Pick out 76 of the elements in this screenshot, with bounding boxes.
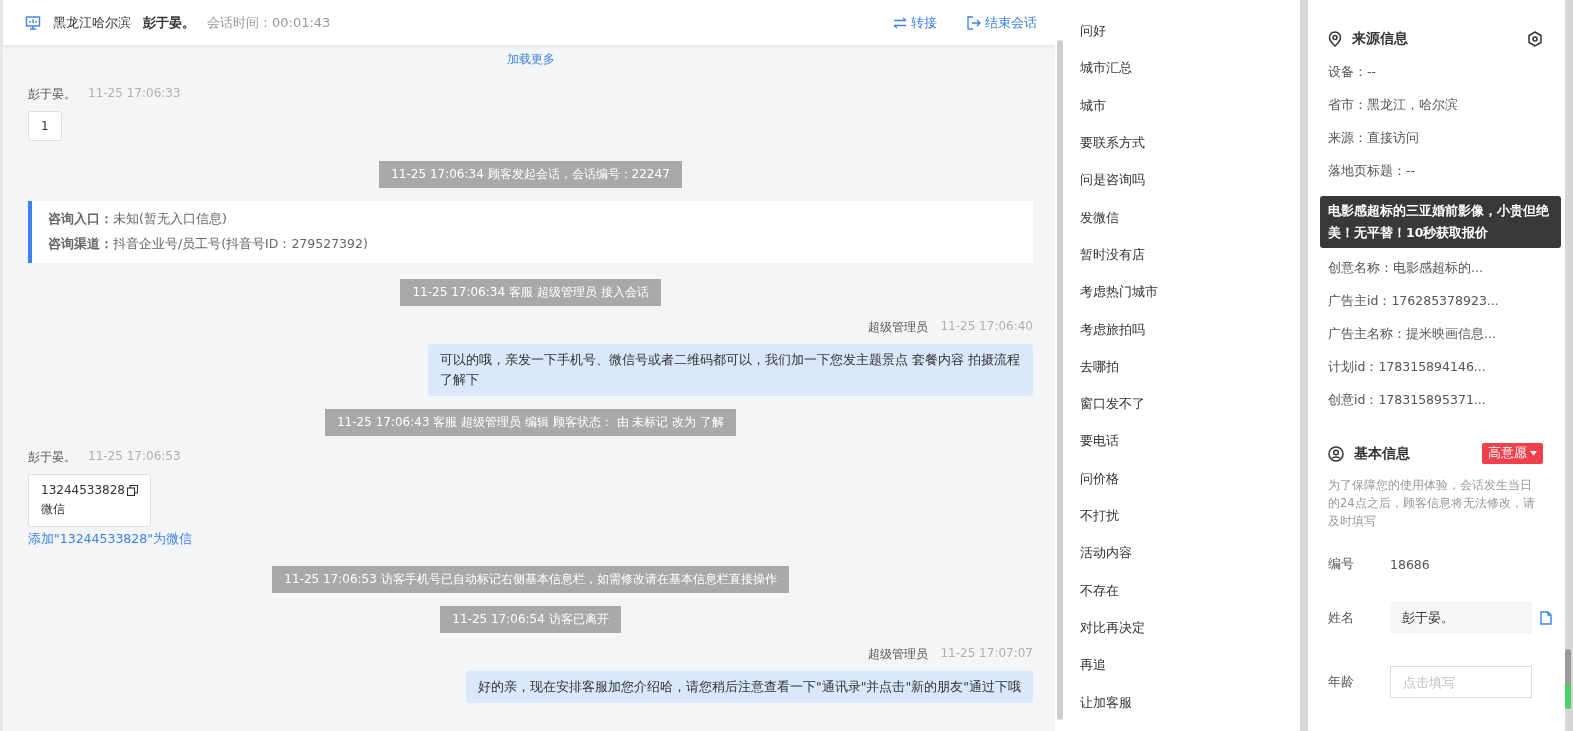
quick-reply-item[interactable]: 窗口发不了 bbox=[1080, 395, 1300, 433]
visitor-name: 彭于晏。 bbox=[143, 13, 195, 32]
user-icon bbox=[1328, 445, 1344, 462]
section-title: 基本信息 bbox=[1354, 444, 1410, 463]
scrollbar bbox=[1565, 649, 1571, 709]
location-text: 黑龙江哈尔滨 bbox=[53, 13, 131, 32]
sender-name: 超级管理员 bbox=[868, 646, 929, 663]
quick-reply-item[interactable]: 让加客服 bbox=[1080, 693, 1300, 731]
quick-reply-item[interactable]: 问好 bbox=[1080, 22, 1300, 60]
header-action-button[interactable]: 转接 bbox=[893, 13, 937, 32]
quick-reply-item[interactable]: 活动内容 bbox=[1080, 544, 1300, 582]
quick-reply-item[interactable]: 暂时没有店 bbox=[1080, 245, 1300, 284]
caret-icon bbox=[1530, 451, 1537, 456]
message-time: 11-25 17:06:40 bbox=[940, 319, 1033, 335]
field-value: 18686 bbox=[1390, 556, 1430, 572]
info-line: 咨询渠道：抖音企业号/员工号(抖音号ID：279527392) bbox=[48, 236, 369, 253]
message-bubble: 好的亲，现在安排客服加您介绍哈，请您稍后注意查看一下"通讯录"并点击"新的朋友"通过下哦 bbox=[466, 671, 1033, 703]
message-bubble: 可以的哦，亲发一下手机号、微信号或者二维码都可以，我们加一下您发主题景点 套餐内容 拍摄流程了解下 bbox=[428, 344, 1033, 396]
message-time: 11-25 17:07:07 bbox=[940, 646, 1033, 662]
info-row-text: 广告主id：176285378923... bbox=[1328, 293, 1500, 310]
quick-reply-item[interactable]: 问是咨询吗 bbox=[1080, 171, 1300, 209]
tooltip: 电影感超标的三亚婚前影像，小贵但绝美！无平替！10秒获取报价 bbox=[1320, 196, 1561, 248]
quick-reply-item[interactable]: 不打扰 bbox=[1080, 507, 1300, 545]
add-contact-link[interactable]: 添加"13244533828"为微信 bbox=[28, 531, 192, 548]
field-label: 编号 bbox=[1328, 555, 1355, 573]
sender-name: 彭于晏。 bbox=[28, 449, 76, 466]
swap-icon bbox=[893, 16, 907, 29]
copy-icon[interactable] bbox=[127, 484, 138, 496]
quick-reply-item[interactable]: 发微信 bbox=[1080, 208, 1300, 246]
header-action-button[interactable]: 结束会话 bbox=[967, 13, 1037, 32]
exit-icon bbox=[967, 15, 981, 30]
sender-name: 超级管理员 bbox=[868, 319, 929, 336]
info-row-text: 来源：直接访问 bbox=[1328, 130, 1420, 147]
field-label: 年龄 bbox=[1328, 673, 1355, 691]
notice-text: 为了保障您的使用体验，会话发生当日的24点之后，顾客信息将无法修改，请及时填写 bbox=[1328, 477, 1536, 530]
section-title: 来源信息 bbox=[1352, 30, 1408, 48]
info-row-text: 创意id：178315895371... bbox=[1328, 392, 1487, 409]
info-row-text: 省市：黑龙江，哈尔滨 bbox=[1328, 97, 1459, 114]
system-notice: 11-25 17:06:34 顾客发起会话，会话编号：22247 bbox=[379, 161, 682, 188]
info-line: 咨询入口：未知(暂无入口信息) bbox=[48, 211, 228, 228]
contact-type: 微信 bbox=[41, 501, 66, 518]
info-row-text: 计划id：178315894146... bbox=[1328, 359, 1487, 376]
system-notice: 11-25 17:06:53 访客手机号已自动标记右侧基本信息栏，如需修改请在基本信息栏直接操作 bbox=[272, 566, 789, 593]
quick-reply-item[interactable]: 对比再决定 bbox=[1080, 619, 1300, 657]
quick-reply-item[interactable]: 考虑热门城市 bbox=[1080, 283, 1300, 321]
intent-tag-dropdown[interactable]: 高意愿 bbox=[1482, 443, 1543, 464]
quick-reply-item[interactable]: 城市汇总 bbox=[1080, 59, 1300, 97]
quick-reply-item[interactable]: 要联系方式 bbox=[1080, 133, 1300, 172]
settings-icon[interactable] bbox=[1527, 31, 1543, 47]
info-row-text: 落地页标题：-- bbox=[1328, 163, 1417, 180]
session-duration: 会话时间：00:01:43 bbox=[207, 13, 331, 32]
message-time: 11-25 17:06:33 bbox=[88, 86, 181, 102]
input-field[interactable]: 点击填写 bbox=[1390, 666, 1532, 698]
input-field[interactable]: 彭于晏。 bbox=[1390, 602, 1532, 634]
quick-reply-item[interactable]: 再追 bbox=[1080, 656, 1300, 694]
system-notice: 11-25 17:06:43 客服 超级管理员 编辑 顾客状态： 由 未标记 改为 了解 bbox=[324, 409, 737, 436]
field-label: 姓名 bbox=[1328, 609, 1355, 627]
message-bubble: 1 bbox=[28, 111, 62, 141]
system-notice: 11-25 17:06:54 访客已离开 bbox=[440, 606, 621, 633]
quick-reply-item[interactable]: 问价格 bbox=[1080, 469, 1300, 508]
phone-number: 13244533828 bbox=[41, 483, 125, 497]
sender-name: 彭于晏。 bbox=[28, 86, 76, 103]
quick-reply-item[interactable]: 去哪拍 bbox=[1080, 357, 1300, 396]
monitor-icon bbox=[25, 14, 41, 31]
info-row-text: 创意名称：电影感超标的... bbox=[1328, 260, 1484, 277]
document-icon[interactable] bbox=[1540, 611, 1552, 625]
quick-reply-item[interactable]: 考虑旅拍吗 bbox=[1080, 320, 1300, 358]
quick-reply-item[interactable]: 要电话 bbox=[1080, 432, 1300, 470]
message-time: 11-25 17:06:53 bbox=[88, 449, 181, 465]
system-notice: 11-25 17:06:34 客服 超级管理员 接入会话 bbox=[400, 279, 661, 306]
info-row-text: 设备：-- bbox=[1328, 64, 1378, 81]
quick-reply-item[interactable]: 不存在 bbox=[1080, 581, 1300, 619]
info-row-text: 广告主名称：提米映画信息... bbox=[1328, 326, 1497, 343]
location-pin-icon bbox=[1328, 31, 1342, 47]
quick-reply-item[interactable]: 城市 bbox=[1080, 96, 1300, 134]
load-more-link[interactable]: 加载更多 bbox=[506, 51, 555, 68]
